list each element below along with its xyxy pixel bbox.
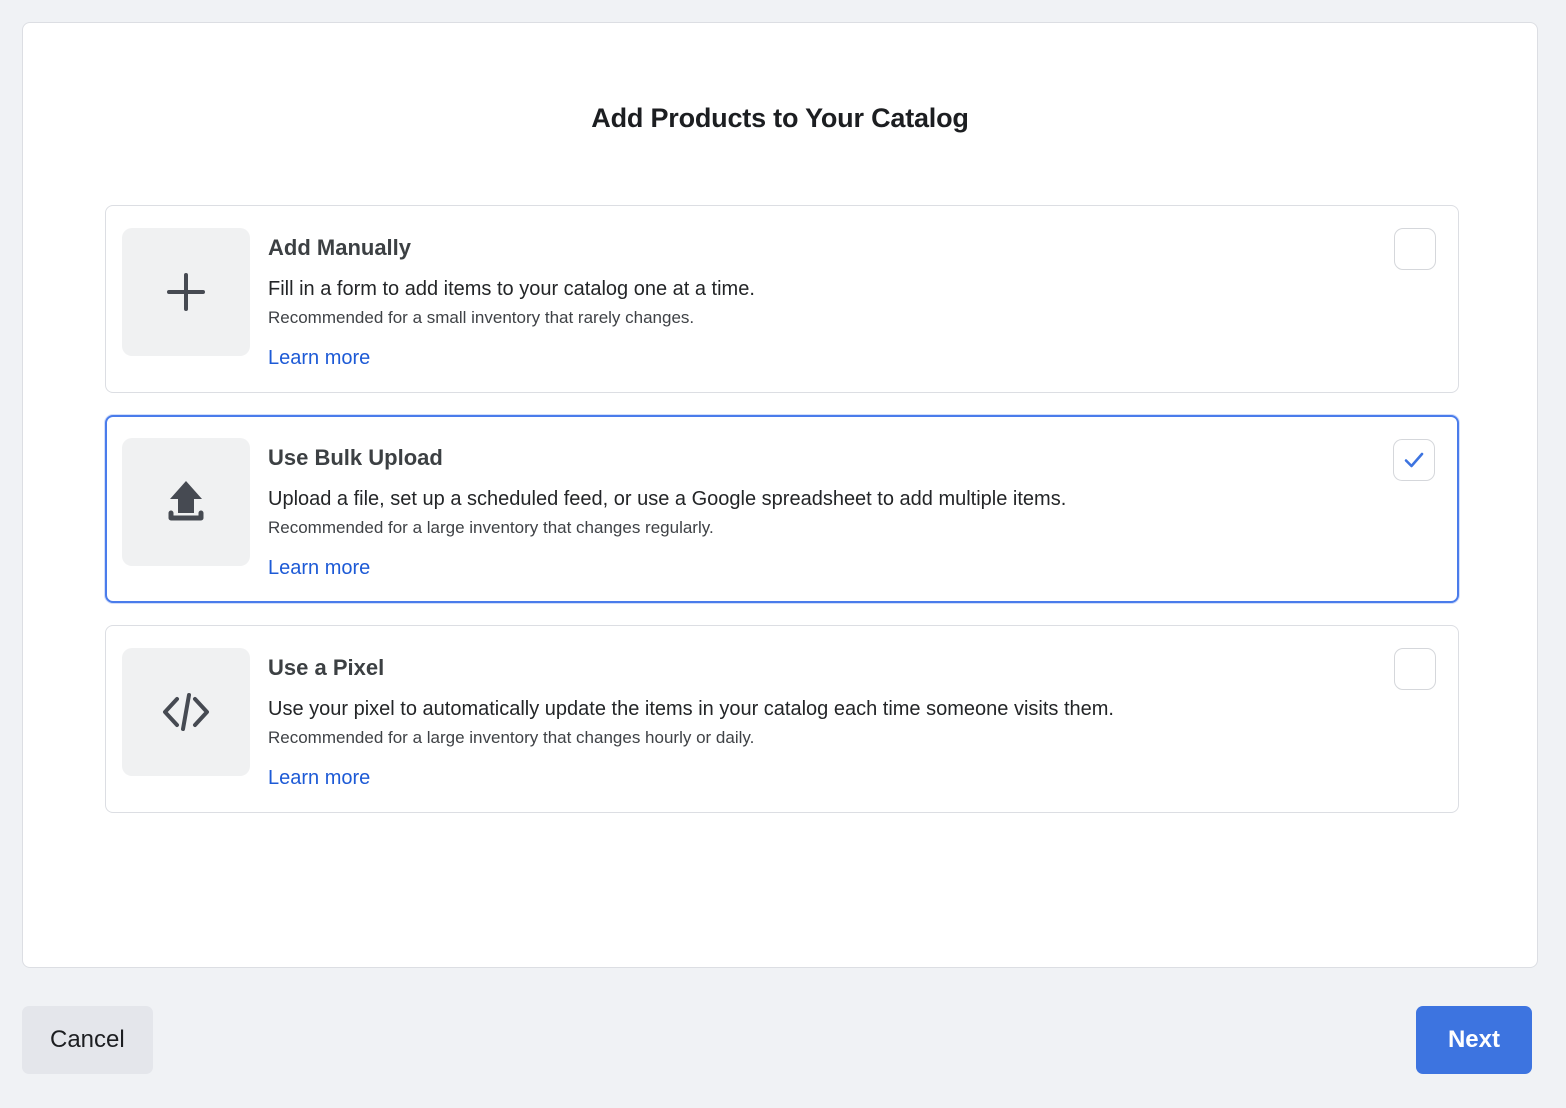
option-card-add-manually[interactable]: Add Manually Fill in a form to add items…: [105, 205, 1459, 393]
add-products-dialog: Add Products to Your Catalog Add Manuall…: [22, 22, 1538, 968]
option-description: Upload a file, set up a scheduled feed, …: [268, 488, 1067, 510]
option-title: Use Bulk Upload: [268, 445, 443, 470]
option-title: Use a Pixel: [268, 655, 385, 680]
upload-icon: [122, 438, 250, 566]
option-card-use-a-pixel[interactable]: Use a Pixel Use your pixel to automatica…: [105, 625, 1459, 813]
option-checkbox[interactable]: [1393, 439, 1435, 481]
page-title: Add Products to Your Catalog: [591, 103, 969, 133]
plus-icon: [122, 228, 250, 356]
option-checkbox[interactable]: [1394, 228, 1436, 270]
option-title: Add Manually: [268, 235, 412, 260]
option-recommendation: Recommended for a large inventory that c…: [268, 518, 714, 537]
option-list: Add Manually Fill in a form to add items…: [105, 205, 1459, 813]
option-checkbox[interactable]: [1394, 648, 1436, 690]
option-text-block: Use Bulk Upload Upload a file, set up a …: [250, 438, 1436, 580]
option-recommendation: Recommended for a large inventory that c…: [268, 728, 755, 747]
option-text-block: Use a Pixel Use your pixel to automatica…: [250, 648, 1436, 790]
screen-root: Add Products to Your Catalog Add Manuall…: [0, 0, 1566, 1108]
learn-more-link[interactable]: Learn more: [268, 556, 370, 580]
code-icon: [122, 648, 250, 776]
option-description: Fill in a form to add items to your cata…: [268, 278, 755, 300]
dialog-footer: Cancel Next: [22, 1006, 1538, 1074]
option-recommendation: Recommended for a small inventory that r…: [268, 308, 695, 327]
option-card-use-bulk-upload[interactable]: Use Bulk Upload Upload a file, set up a …: [105, 415, 1459, 603]
learn-more-link[interactable]: Learn more: [268, 346, 370, 370]
option-text-block: Add Manually Fill in a form to add items…: [250, 228, 1436, 370]
cancel-button[interactable]: Cancel: [22, 1006, 153, 1074]
next-button[interactable]: Next: [1415, 1006, 1532, 1074]
learn-more-link[interactable]: Learn more: [268, 766, 370, 790]
option-description: Use your pixel to automatically update t…: [268, 698, 1114, 720]
